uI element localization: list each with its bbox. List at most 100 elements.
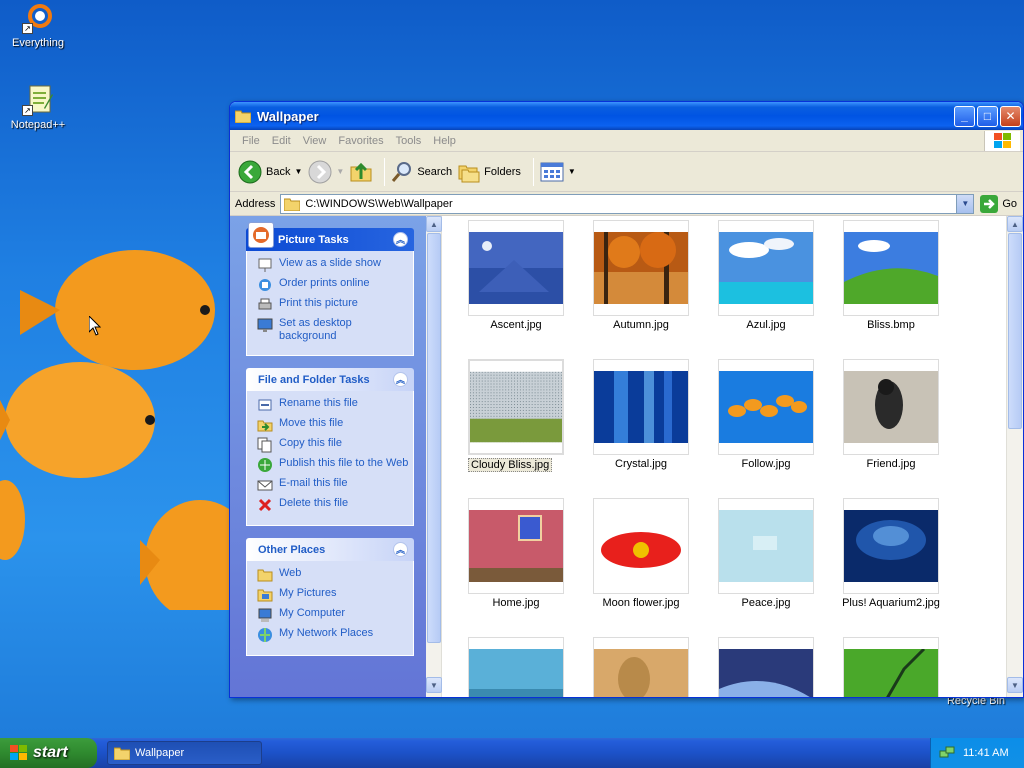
place-my-computer[interactable]: My Computer <box>257 607 409 623</box>
thumbnail-item[interactable]: Autumn.jpg <box>581 220 706 359</box>
place-web[interactable]: Web <box>257 567 409 583</box>
scroll-down-arrow-icon[interactable]: ▼ <box>426 677 442 693</box>
move-icon <box>257 417 273 433</box>
task-email-file[interactable]: E-mail this file <box>257 477 409 493</box>
clock[interactable]: 11:41 AM <box>963 747 1009 759</box>
toolbar-separator <box>384 157 386 186</box>
file-view-scrollbar[interactable]: ▲ ▼ <box>1006 216 1023 697</box>
task-print-picture[interactable]: Print this picture <box>257 297 409 313</box>
thumbnail-frame <box>593 637 689 697</box>
task-copy-file[interactable]: Copy this file <box>257 437 409 453</box>
menu-file[interactable]: File <box>236 135 266 147</box>
collapse-chevron-icon[interactable]: ︽ <box>393 232 408 247</box>
task-set-desktop-background[interactable]: Set as desktop background <box>257 317 409 343</box>
thumbnail-item[interactable]: Friend.jpg <box>831 359 956 498</box>
collapse-chevron-icon[interactable]: ︽ <box>393 372 408 387</box>
file-folder-tasks-header[interactable]: File and Folder Tasks ︽ <box>246 368 414 391</box>
task-publish-file-web[interactable]: Publish this file to the Web <box>257 457 409 473</box>
task-move-file[interactable]: Move this file <box>257 417 409 433</box>
up-button[interactable] <box>350 161 372 183</box>
thumbnail-item[interactable] <box>456 637 581 697</box>
picture-tasks-title: Picture Tasks <box>278 233 349 246</box>
back-dropdown-icon[interactable]: ▼ <box>294 167 302 176</box>
thumbnail-item[interactable]: Bliss.bmp <box>831 220 956 359</box>
wallpaper-fish <box>0 250 240 610</box>
scroll-down-arrow-icon[interactable]: ▼ <box>1007 677 1023 693</box>
thumbnail-image-home <box>469 510 563 582</box>
back-button[interactable]: Back ▼ <box>238 160 302 184</box>
thumbnail-item[interactable]: Crystal.jpg <box>581 359 706 498</box>
thumbnail-caption: Follow.jpg <box>741 458 791 470</box>
desktop-icon-everything[interactable]: ↗ Everything <box>0 2 76 49</box>
thumbnail-frame <box>593 498 689 594</box>
thumbnail-caption: Ascent.jpg <box>490 319 542 331</box>
thumbnail-item[interactable]: Follow.jpg <box>706 359 831 498</box>
file-folder-tasks-body: Rename this file Move this file Copy thi… <box>246 391 414 526</box>
thumbnail-item-selected[interactable]: Cloudy Bliss.jpg <box>456 359 581 498</box>
taskbar-button-wallpaper[interactable]: Wallpaper <box>107 741 262 765</box>
thumbnail-caption: Home.jpg <box>492 597 540 609</box>
thumbnail-frame <box>593 359 689 455</box>
printer-icon <box>257 297 273 313</box>
thumbnail-item[interactable]: Azul.jpg <box>706 220 831 359</box>
address-dropdown-icon[interactable]: ▼ <box>956 194 974 213</box>
thumbnail-image-azul <box>719 232 813 304</box>
title-bar[interactable]: Wallpaper _ □ ✕ <box>230 102 1023 130</box>
task-delete-file[interactable]: Delete this file <box>257 497 409 513</box>
collapse-chevron-icon[interactable]: ︽ <box>393 542 408 557</box>
thumbnail-item[interactable]: Peace.jpg <box>706 498 831 637</box>
thumbnail-caption: Friend.jpg <box>866 458 916 470</box>
menu-tools[interactable]: Tools <box>390 135 428 147</box>
folders-button[interactable]: Folders <box>458 161 521 183</box>
other-places-header[interactable]: Other Places ︽ <box>246 538 414 561</box>
explorer-content: Picture Tasks ︽ View as a slide show Ord… <box>230 216 1023 697</box>
forward-button[interactable]: ▼ <box>308 160 344 184</box>
maximize-button[interactable]: □ <box>977 105 998 127</box>
thumbnail-item[interactable]: Ascent.jpg <box>456 220 581 359</box>
scroll-up-arrow-icon[interactable]: ▲ <box>1007 216 1023 232</box>
search-button[interactable]: Search <box>391 161 452 183</box>
task-label: E-mail this file <box>279 477 348 489</box>
task-rename-file[interactable]: Rename this file <box>257 397 409 413</box>
shortcut-arrow-icon: ↗ <box>22 23 33 34</box>
windows-logo-icon <box>10 745 27 760</box>
desktop-icon-notepad-plus-plus[interactable]: ↗ Notepad++ <box>0 84 76 131</box>
scrollbar-thumb[interactable] <box>1008 233 1022 429</box>
go-button[interactable]: Go <box>980 194 1017 213</box>
minimize-button[interactable]: _ <box>954 105 975 127</box>
views-dropdown-icon[interactable]: ▼ <box>568 167 576 176</box>
thumbnail-item[interactable] <box>831 637 956 697</box>
menu-favorites[interactable]: Favorites <box>332 135 389 147</box>
menu-view[interactable]: View <box>297 135 333 147</box>
scrollbar-thumb[interactable] <box>427 233 441 643</box>
picture-tasks-header[interactable]: Picture Tasks ︽ <box>246 222 414 251</box>
task-pane-scrollbar[interactable]: ▲ ▼ <box>426 216 442 697</box>
thumbnail-item[interactable] <box>581 637 706 697</box>
scroll-up-arrow-icon[interactable]: ▲ <box>426 216 442 232</box>
thumbnail-item[interactable]: Plus! Aquarium2.jpg <box>831 498 956 637</box>
thumbnail-image-friend <box>844 371 938 443</box>
start-button[interactable]: start <box>0 738 97 768</box>
network-tray-icon[interactable] <box>939 745 955 761</box>
task-order-prints[interactable]: Order prints online <box>257 277 409 293</box>
menu-help[interactable]: Help <box>427 135 462 147</box>
menu-edit[interactable]: Edit <box>266 135 297 147</box>
place-my-pictures[interactable]: My Pictures <box>257 587 409 603</box>
address-field[interactable]: C:\WINDOWS\Web\Wallpaper ▼ <box>280 193 975 214</box>
thumbnail-item[interactable] <box>706 637 831 697</box>
views-button[interactable]: ▼ <box>540 162 576 182</box>
thumbnail-frame <box>718 359 814 455</box>
task-label: Rename this file <box>279 397 358 409</box>
thumbnail-frame <box>468 498 564 594</box>
close-button[interactable]: ✕ <box>1000 105 1021 127</box>
picture-tasks-body: View as a slide show Order prints online… <box>246 251 414 356</box>
task-label: Order prints online <box>279 277 370 289</box>
forward-dropdown-icon[interactable]: ▼ <box>336 167 344 176</box>
place-my-network-places[interactable]: My Network Places <box>257 627 409 643</box>
windows-logo-icon <box>984 131 1020 151</box>
thumbnail-item[interactable]: Moon flower.jpg <box>581 498 706 637</box>
order-prints-icon <box>257 277 273 293</box>
task-view-slideshow[interactable]: View as a slide show <box>257 257 409 273</box>
desktop-icon-label: Everything <box>12 37 64 49</box>
thumbnail-item[interactable]: Home.jpg <box>456 498 581 637</box>
